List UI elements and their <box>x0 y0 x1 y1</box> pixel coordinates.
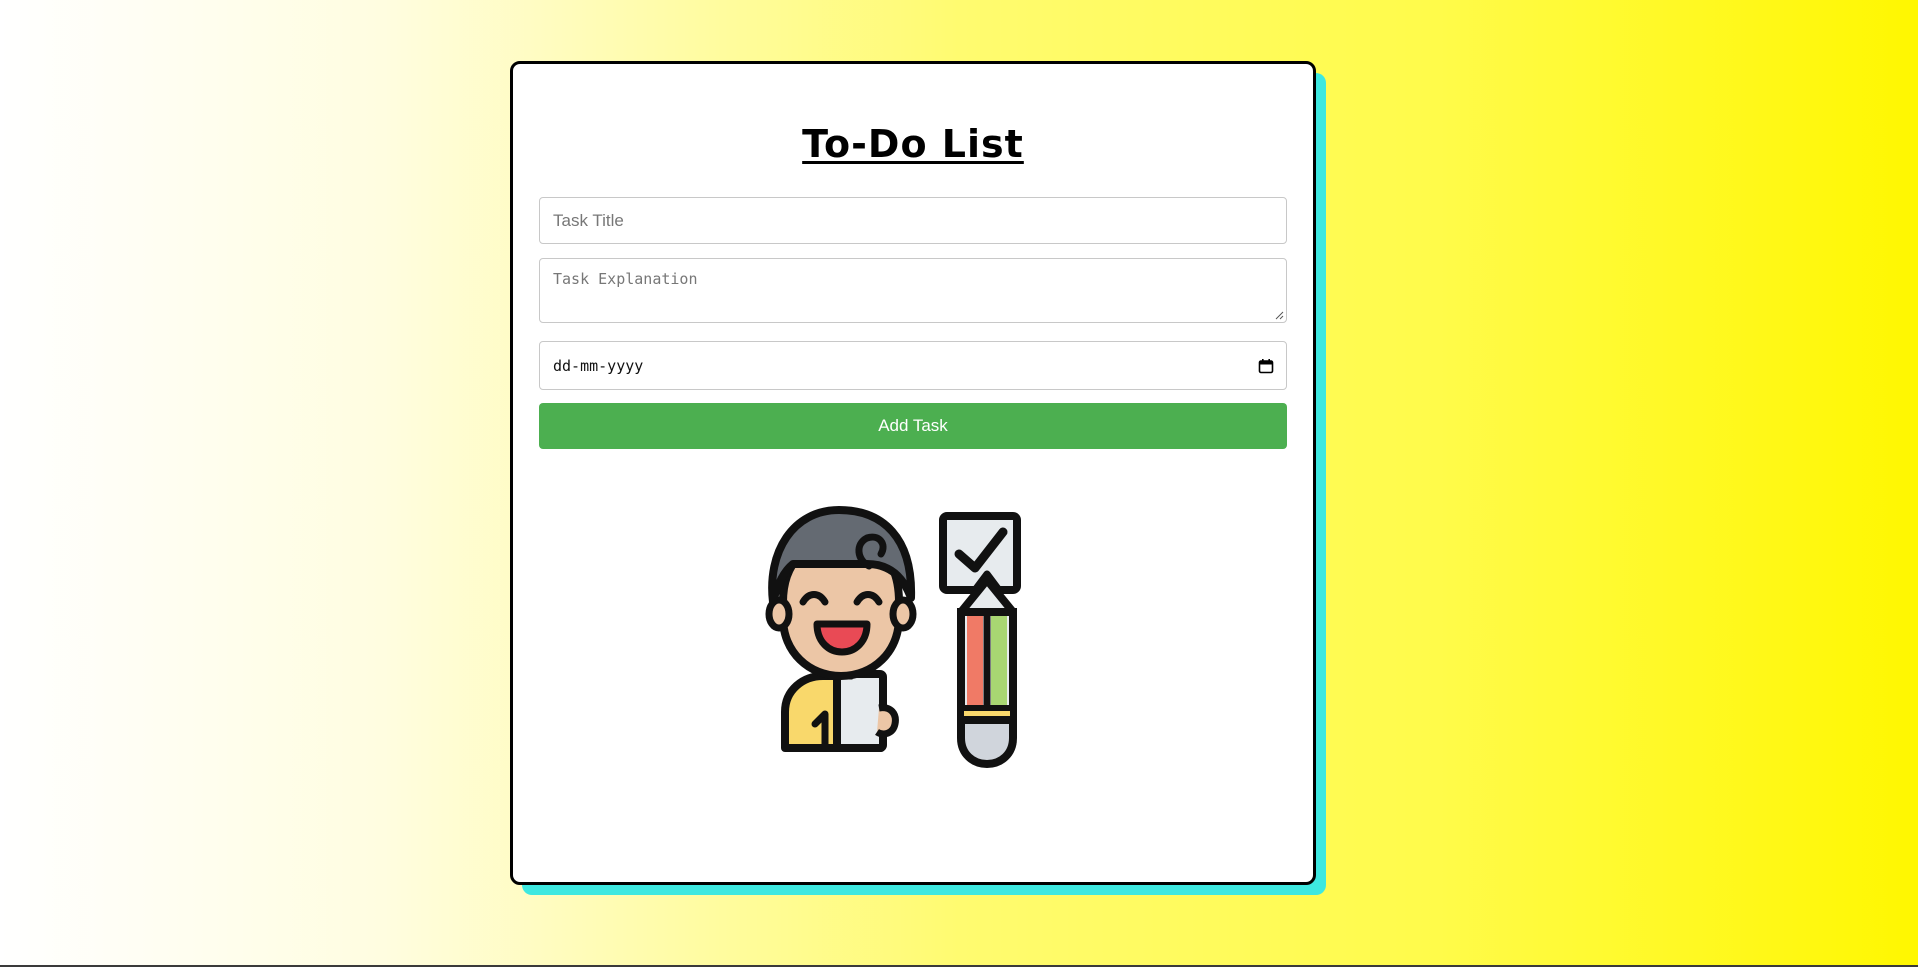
date-placeholder: dd-mm-yyyy <box>553 356 644 375</box>
add-task-button[interactable]: Add Task <box>539 403 1287 449</box>
todo-card: To-Do List dd-mm-yyyy Add Task <box>510 61 1316 885</box>
task-title-input[interactable] <box>540 198 1286 243</box>
due-date-field[interactable]: dd-mm-yyyy <box>539 341 1287 390</box>
person-checklist-pencil-icon <box>765 506 1021 768</box>
resize-grip-icon[interactable] <box>1274 310 1284 320</box>
task-title-field[interactable] <box>539 197 1287 244</box>
task-explanation-field[interactable] <box>539 258 1287 323</box>
page-title: To-Do List <box>802 122 1024 166</box>
todo-card-container: To-Do List dd-mm-yyyy Add Task <box>510 61 1326 895</box>
task-explanation-input[interactable] <box>540 259 1286 322</box>
calendar-icon[interactable] <box>1258 358 1274 374</box>
